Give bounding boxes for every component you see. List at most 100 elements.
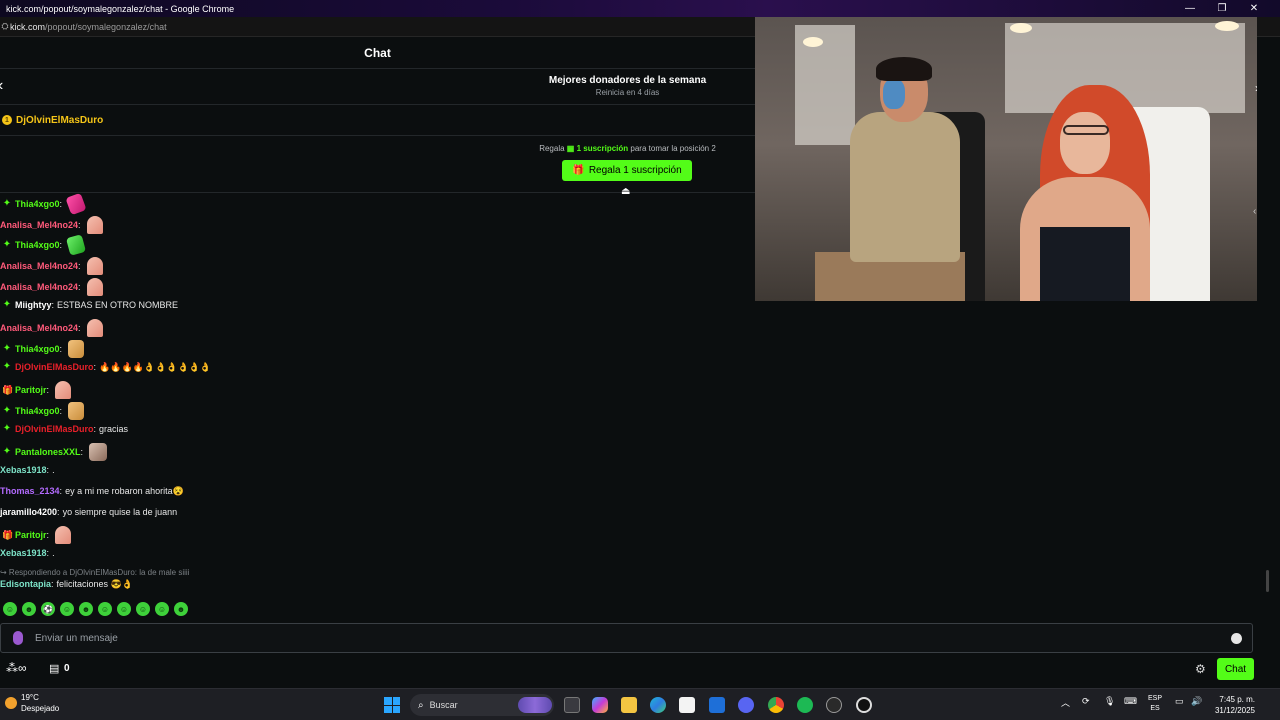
- language-indicator[interactable]: ESP ES: [1148, 694, 1162, 714]
- chat-username[interactable]: Xebas1918: [0, 464, 47, 476]
- chat-message[interactable]: jaramillo4200: yo siempre quise la de jua…: [0, 506, 755, 518]
- start-button[interactable]: [384, 697, 400, 713]
- store-icon[interactable]: [679, 697, 695, 713]
- chat-username[interactable]: Analisa_Mel4no24: [0, 260, 78, 272]
- chat-message[interactable]: Analisa_Mel4no24:: [0, 257, 755, 276]
- chat-message[interactable]: ✦ Miightyy: ESTBAS EN OTRO NOMBRE: [0, 299, 755, 311]
- chat-username[interactable]: jaramillo4200: [0, 506, 57, 518]
- url-domain: kick.com: [10, 21, 46, 32]
- chat-message[interactable]: ✦ PantalonesXXL:: [0, 443, 755, 462]
- quick-emote-button[interactable]: ☻: [22, 602, 36, 616]
- volume-icon[interactable]: 🔊: [1191, 696, 1202, 707]
- chat-username[interactable]: DjOlvinElMasDuro: [15, 361, 94, 373]
- quick-emote-button[interactable]: ☺: [60, 602, 74, 616]
- discord-icon[interactable]: [738, 697, 754, 713]
- quick-emote-button[interactable]: ☻: [79, 602, 93, 616]
- chevron-right-icon[interactable]: ›: [1255, 81, 1257, 95]
- message-input-placeholder[interactable]: Enviar un mensaje: [35, 633, 118, 644]
- chat-username[interactable]: Analisa_Mel4no24: [0, 219, 78, 231]
- quick-emote-button[interactable]: ⚽: [41, 602, 55, 616]
- top-donor-name[interactable]: DjOlvinElMasDuro: [16, 115, 103, 126]
- obs-icon[interactable]: [856, 697, 872, 713]
- chat-message[interactable]: Analisa_Mel4no24:: [0, 277, 755, 296]
- message-input[interactable]: Enviar un mensaje: [0, 623, 1253, 653]
- shop-icon[interactable]: ▤: [49, 662, 59, 675]
- quick-emote-button[interactable]: ☺: [98, 602, 112, 616]
- chat-message[interactable]: ✦ DjOlvinElMasDuro: 🔥🔥🔥🔥👌👌👌👌👌👌: [0, 361, 755, 373]
- gear-icon[interactable]: ⚙: [1195, 662, 1206, 676]
- taskbar-search[interactable]: ⌕ Buscar: [410, 694, 554, 716]
- chat-username[interactable]: Thia4xgo0: [15, 239, 60, 251]
- chat-username[interactable]: Thia4xgo0: [15, 198, 60, 210]
- chat-username[interactable]: Analisa_Mel4no24: [0, 322, 78, 334]
- chat-username[interactable]: Paritojr: [15, 529, 47, 541]
- chat-username[interactable]: PantalonesXXL: [15, 446, 81, 458]
- steam-icon[interactable]: [826, 697, 842, 713]
- minimize-button[interactable]: —: [1174, 0, 1206, 17]
- chat-message[interactable]: Xebas1918:.: [0, 464, 755, 476]
- task-view-icon[interactable]: [564, 697, 580, 713]
- quick-emote-button[interactable]: ☺: [155, 602, 169, 616]
- chat-emote: [55, 526, 72, 545]
- maximize-button[interactable]: ❐: [1206, 0, 1238, 17]
- network-icon[interactable]: ▭: [1175, 696, 1184, 707]
- close-button[interactable]: ✕: [1238, 0, 1270, 17]
- chat-message[interactable]: Thomas_2134: ey a mi me robaron ahorita😵: [0, 485, 755, 497]
- chat-username[interactable]: Miightyy: [15, 299, 52, 311]
- chat-username[interactable]: Thia4xgo0: [15, 343, 60, 355]
- chat-message[interactable]: ✦ Thia4xgo0:: [0, 193, 755, 216]
- quick-emote-button[interactable]: ☻: [174, 602, 188, 616]
- quick-emote-button[interactable]: ☺: [3, 602, 17, 616]
- emoji-picker-icon[interactable]: [1231, 633, 1242, 644]
- chat-username[interactable]: DjOlvinElMasDuro: [15, 423, 94, 435]
- chat-message[interactable]: ✦ Thia4xgo0:: [0, 339, 755, 358]
- stream-video-overlay[interactable]: ›: [755, 17, 1257, 301]
- chat-username[interactable]: Xebas1918: [0, 547, 47, 559]
- chat-message[interactable]: Edisontapia: felicitaciones 😎👌: [0, 578, 755, 590]
- quick-emote-button[interactable]: ☺: [136, 602, 150, 616]
- chat-username[interactable]: Paritojr: [15, 384, 47, 396]
- chat-message[interactable]: Analisa_Mel4no24:: [0, 215, 755, 234]
- top-donor-row[interactable]: 1 DjOlvinElMasDuro: [0, 105, 755, 136]
- quick-emote-button[interactable]: ☺: [117, 602, 131, 616]
- spotify-icon[interactable]: [797, 697, 813, 713]
- gift-subscription-button[interactable]: 🎁 Regala 1 suscripción: [562, 160, 692, 181]
- keyboard-icon[interactable]: ⌨: [1124, 696, 1137, 707]
- chevron-up-icon[interactable]: ︿: [1061, 696, 1070, 709]
- taskbar-clock[interactable]: 7:45 p. m. 31/12/2025: [1208, 694, 1255, 716]
- site-info-icon[interactable]: ⛭: [0, 17, 10, 37]
- infinity-points-icon[interactable]: ⁂∞: [6, 661, 27, 675]
- chat-message[interactable]: ✦ DjOlvinElMasDuro: gracias: [0, 423, 755, 435]
- mail-icon[interactable]: [709, 697, 725, 713]
- chevron-left-icon[interactable]: ‹: [1253, 206, 1256, 217]
- chat-username[interactable]: Edisontapia: [0, 578, 51, 590]
- username-separator: :: [46, 547, 50, 558]
- chat-username[interactable]: Thia4xgo0: [15, 405, 60, 417]
- subscriber-badge-icon: ✦: [2, 422, 12, 434]
- username-separator: :: [93, 361, 97, 372]
- window-titlebar: kick.com/popout/soymalegonzalez/chat - G…: [0, 0, 1280, 17]
- shop-count: 0: [64, 663, 70, 674]
- chat-message[interactable]: 🎁 Paritojr:: [0, 381, 755, 400]
- file-explorer-icon[interactable]: [621, 697, 637, 713]
- microphone-icon[interactable]: [13, 631, 23, 645]
- chat-username[interactable]: Thomas_2134: [0, 485, 60, 497]
- chat-message-list[interactable]: ✦ Thia4xgo0: Analisa_Mel4no24: ✦ Thia4xgo0: A…: [0, 193, 755, 597]
- chrome-icon[interactable]: [768, 697, 784, 713]
- chat-username[interactable]: Analisa_Mel4no24: [0, 281, 78, 293]
- weather-widget[interactable]: 19°C Despejado: [5, 692, 59, 714]
- scrollbar-thumb[interactable]: [1266, 570, 1269, 592]
- chat-message[interactable]: ✦ Thia4xgo0:: [0, 234, 755, 257]
- send-chat-button[interactable]: Chat: [1217, 658, 1254, 680]
- chat-message[interactable]: Analisa_Mel4no24:: [0, 319, 755, 338]
- chat-message[interactable]: 🎁 Paritojr:: [0, 526, 755, 545]
- url-text[interactable]: kick.com/popout/soymalegonzalez/chat: [10, 22, 167, 32]
- chat-message[interactable]: Xebas1918:.: [0, 547, 755, 559]
- reply-context[interactable]: ↪ Respondiendo a DjOlvinElMasDuro: la de…: [0, 568, 189, 577]
- edge-icon[interactable]: [650, 697, 666, 713]
- microphone-tray-icon[interactable]: 🎙: [1104, 696, 1115, 707]
- url-path: /popout/soymalegonzalez/chat: [45, 21, 167, 32]
- sync-icon[interactable]: ⟳: [1082, 696, 1090, 707]
- chat-message[interactable]: ✦ Thia4xgo0:: [0, 402, 755, 420]
- copilot-icon[interactable]: [592, 697, 608, 713]
